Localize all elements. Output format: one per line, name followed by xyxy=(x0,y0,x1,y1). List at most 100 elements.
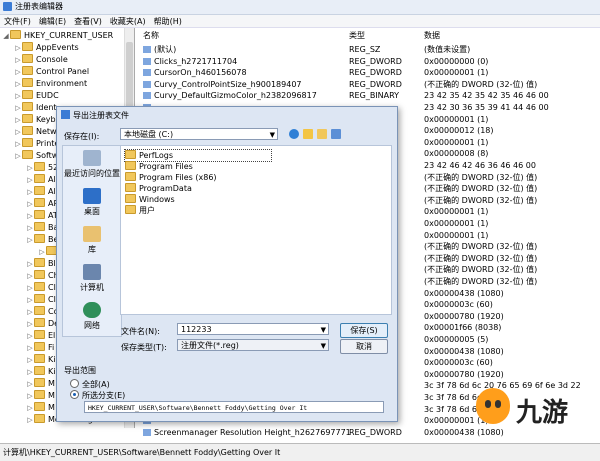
tree-node[interactable]: ▷ M xyxy=(26,390,55,402)
tree-node[interactable]: ▷ Netw xyxy=(14,126,57,138)
tree-node[interactable]: ▷ Be xyxy=(26,234,58,246)
column-header-type[interactable]: 类型 xyxy=(349,30,365,42)
expand-arrow-icon[interactable]: ▷ xyxy=(14,54,22,66)
tree-node[interactable]: ▷ Console xyxy=(14,54,68,66)
place-libraries[interactable]: 库 xyxy=(63,226,121,255)
tree-node[interactable]: ▷ AP xyxy=(26,198,58,210)
place-desktop[interactable]: 桌面 xyxy=(63,188,121,217)
expand-arrow-icon[interactable]: ▷ xyxy=(14,150,22,162)
expand-arrow-icon[interactable]: ▷ xyxy=(26,390,34,402)
tree-node[interactable]: ▷ Printe xyxy=(14,138,59,150)
save-button[interactable]: 保存(S) xyxy=(340,323,388,338)
place-network[interactable]: 网络 xyxy=(63,302,121,331)
tree-node[interactable]: ▷ Ki xyxy=(26,354,55,366)
menu-help[interactable]: 帮助(H) xyxy=(150,15,186,28)
expand-arrow-icon[interactable]: ▷ xyxy=(26,306,34,318)
expand-arrow-icon[interactable]: ▷ xyxy=(26,378,34,390)
expand-arrow-icon[interactable]: ▷ xyxy=(26,354,34,366)
expand-arrow-icon[interactable]: ▷ xyxy=(26,270,34,282)
new-folder-icon[interactable] xyxy=(317,129,327,139)
tree-node[interactable]: ▷ Ki xyxy=(26,366,55,378)
view-menu-icon[interactable] xyxy=(331,129,341,139)
expand-arrow-icon[interactable]: ▷ xyxy=(26,330,34,342)
up-folder-icon[interactable] xyxy=(303,129,313,139)
tree-node[interactable]: ▷ Keyb xyxy=(14,114,56,126)
expand-arrow-icon[interactable]: ▷ xyxy=(26,414,34,426)
registry-value-row[interactable]: CursorOn_h460156078 REG_DWORD 0x00000001 (… xyxy=(137,67,600,79)
registry-value-row[interactable]: Curvy_ControlPointSize_h900189407 REG_DWO… xyxy=(137,79,600,91)
tree-node[interactable]: ▷ Cl xyxy=(26,294,56,306)
tree-node[interactable]: ▷ Control Panel xyxy=(14,66,89,78)
tree-node[interactable]: ▷ EUDC xyxy=(14,90,59,102)
expand-arrow-icon[interactable]: ▷ xyxy=(26,222,34,234)
cancel-button[interactable]: 取消 xyxy=(340,339,388,354)
range-selected-radio[interactable]: 所选分支(E) xyxy=(70,390,125,401)
expand-arrow-icon[interactable]: ◢ xyxy=(2,30,10,42)
range-all-radio[interactable]: 全部(A) xyxy=(70,379,110,390)
folder-item[interactable]: Windows xyxy=(125,194,175,205)
back-arrow-icon[interactable] xyxy=(289,129,299,139)
expand-arrow-icon[interactable]: ▷ xyxy=(26,318,34,330)
tree-node[interactable]: ▷ AT xyxy=(26,210,58,222)
registry-value-row[interactable]: Clicks_h2721711704 REG_DWORD 0x00000000 (0… xyxy=(137,56,600,68)
expand-arrow-icon[interactable]: ▷ xyxy=(26,282,34,294)
folder-file-list[interactable]: PerfLogs Program Files Program Files (x8… xyxy=(120,145,392,315)
expand-arrow-icon[interactable]: ▷ xyxy=(14,78,22,90)
expand-arrow-icon[interactable]: ▷ xyxy=(26,186,34,198)
expand-arrow-icon[interactable]: ▷ xyxy=(26,402,34,414)
tree-node[interactable]: ▷ 52 xyxy=(26,162,58,174)
menu-edit[interactable]: 编辑(E) xyxy=(35,15,70,28)
tree-node[interactable]: ▷ Fi xyxy=(26,342,54,354)
folder-item[interactable]: ProgramData xyxy=(125,183,192,194)
expand-arrow-icon[interactable]: ▷ xyxy=(26,258,34,270)
expand-arrow-icon[interactable]: ▷ xyxy=(14,102,22,114)
filetype-dropdown[interactable]: 注册文件(*.reg) ▼ xyxy=(177,339,329,351)
expand-arrow-icon[interactable]: ▷ xyxy=(26,234,34,246)
registry-value-row[interactable]: Curvy_DefaultGizmoColor_h2382096817 REG_B… xyxy=(137,90,600,102)
folder-item[interactable]: PerfLogs xyxy=(124,149,272,162)
filename-input[interactable]: 112233 ▼ xyxy=(177,323,329,335)
tree-node[interactable]: ▷ Al xyxy=(26,186,56,198)
expand-arrow-icon[interactable]: ▷ xyxy=(14,126,22,138)
place-computer[interactable]: 计算机 xyxy=(63,264,121,293)
tree-node[interactable]: ▷ Cl xyxy=(26,282,56,294)
expand-arrow-icon[interactable]: ▷ xyxy=(26,174,34,186)
expand-arrow-icon[interactable]: ▷ xyxy=(38,246,46,258)
tree-node[interactable]: ▷ Co xyxy=(26,306,58,318)
tree-node[interactable]: ▷ Ident xyxy=(14,102,57,114)
column-header-name[interactable]: 名称 xyxy=(143,30,159,42)
place-recent[interactable]: 最近访问的位置 xyxy=(63,150,121,179)
tree-node[interactable]: ▷ M xyxy=(26,402,55,414)
expand-arrow-icon[interactable]: ▷ xyxy=(14,42,22,54)
expand-arrow-icon[interactable]: ▷ xyxy=(26,294,34,306)
tree-node[interactable]: ◢ HKEY_CURRENT_USER xyxy=(2,30,113,42)
expand-arrow-icon[interactable]: ▷ xyxy=(26,342,34,354)
folder-item[interactable]: Program Files xyxy=(125,161,193,172)
tree-node[interactable]: ▷ M xyxy=(26,378,55,390)
folder-item[interactable]: Program Files (x86) xyxy=(125,172,217,183)
tree-node[interactable]: ▷ Ch xyxy=(26,270,59,282)
column-header-data[interactable]: 数据 xyxy=(424,30,440,42)
tree-node[interactable]: ▷ Softw xyxy=(14,150,58,162)
expand-arrow-icon[interactable]: ▷ xyxy=(26,210,34,222)
expand-arrow-icon[interactable]: ▷ xyxy=(14,138,22,150)
expand-arrow-icon[interactable]: ▷ xyxy=(14,114,22,126)
tree-node[interactable]: ▷ Environment xyxy=(14,78,87,90)
selected-branch-input[interactable]: HKEY_CURRENT_USER\Software\Bennett Foddy… xyxy=(84,401,384,413)
tree-node[interactable]: ▷ AppEvents xyxy=(14,42,79,54)
expand-arrow-icon[interactable]: ▷ xyxy=(14,66,22,78)
menu-view[interactable]: 查看(V) xyxy=(70,15,106,28)
menu-favorites[interactable]: 收藏夹(A) xyxy=(106,15,150,28)
tree-node[interactable]: ▷ Bl xyxy=(26,258,56,270)
tree-node[interactable]: ▷ Al xyxy=(26,174,56,186)
tree-node[interactable]: ▷ El xyxy=(26,330,55,342)
save-in-dropdown[interactable]: 本地磁盘 (C:) ▼ xyxy=(120,128,278,140)
expand-arrow-icon[interactable]: ▷ xyxy=(14,90,22,102)
menu-file[interactable]: 文件(F) xyxy=(0,15,35,28)
tree-node[interactable]: ▷ Ba xyxy=(26,222,58,234)
expand-arrow-icon[interactable]: ▷ xyxy=(26,366,34,378)
tree-node[interactable]: ▷ De xyxy=(26,318,59,330)
registry-value-row[interactable]: (默认) REG_SZ (数值未设置) xyxy=(137,44,600,56)
folder-item[interactable]: 用户 xyxy=(125,205,155,216)
expand-arrow-icon[interactable]: ▷ xyxy=(26,198,34,210)
